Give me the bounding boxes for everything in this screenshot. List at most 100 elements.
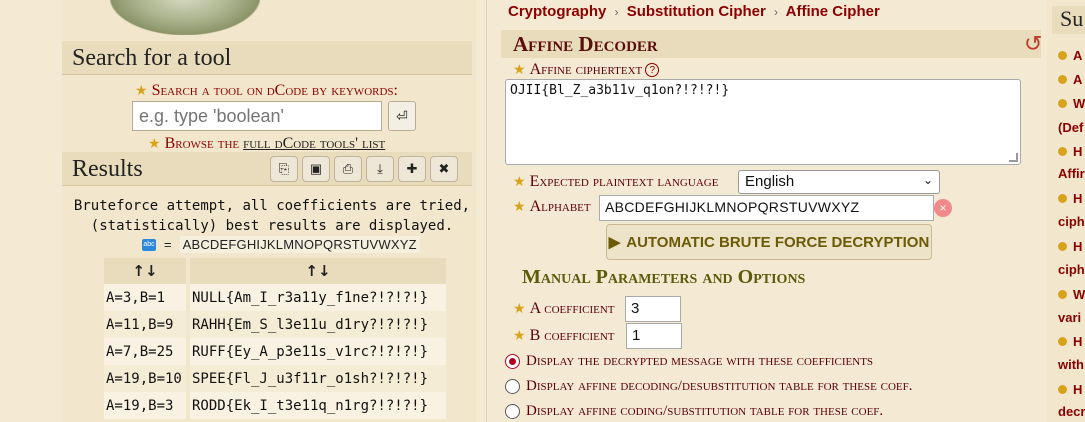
results-title: Results — [72, 156, 143, 182]
sort-coefficients-header[interactable]: ↑↓ — [104, 258, 186, 284]
b-coefficient-value: 1 — [632, 327, 641, 344]
summary-item[interactable]: H — [1058, 239, 1082, 254]
results-toolbar: ⎘ ▣ ⎙ ⤓ ✚ ✖ — [270, 156, 458, 182]
star-icon — [1058, 51, 1067, 60]
star-icon — [1058, 147, 1067, 156]
summary-item[interactable]: W — [1058, 287, 1085, 302]
summary-item[interactable]: A — [1058, 48, 1082, 63]
alphabet-icon: abc — [142, 238, 156, 251]
coefficients-cell: A=3,B=1 — [104, 284, 186, 311]
summary-item[interactable]: H — [1058, 334, 1082, 349]
decoder-header: Affine Decoder — [501, 30, 1041, 58]
print-icon: ⎙ — [342, 161, 354, 176]
language-label: ★ Expected plaintext language — [513, 173, 719, 190]
breadcrumb: Cryptography › Substitution Cipher › Aff… — [508, 3, 880, 20]
alphabet-input[interactable]: ABCDEFGHIJKLMNOPQRSTUVWXYZ — [599, 195, 934, 221]
save-button[interactable]: ▣ — [302, 156, 330, 182]
option-display-decrypted[interactable]: Display the decrypted message with these… — [505, 353, 873, 370]
option-decoding-table[interactable]: Display affine decoding/desubstitution t… — [505, 378, 912, 395]
summary-item-continuation: (Def — [1058, 120, 1084, 135]
refresh-icon[interactable]: ↺ — [1024, 30, 1042, 58]
star-icon — [1058, 99, 1067, 108]
alphabet-equals: = — [164, 237, 172, 252]
breadcrumb-affine-cipher[interactable]: Affine Cipher — [786, 3, 880, 20]
breadcrumb-separator-icon: › — [614, 5, 619, 19]
tool-search-label: ★ Search a tool on dCode by keywords: — [135, 82, 398, 99]
decoder-title: Affine Decoder — [513, 32, 658, 56]
language-selected-value: English — [745, 173, 795, 190]
language-select[interactable]: English ⌄ — [738, 170, 940, 194]
download-icon: ⤓ — [377, 161, 383, 176]
resize-grip-icon[interactable] — [1009, 153, 1018, 162]
help-icon[interactable]: ? — [645, 62, 660, 77]
a-coefficient-input[interactable]: 3 — [625, 296, 681, 322]
plaintext-cell: SPEE{Fl_J_u3f11r_o1sh?!?!?!} — [190, 365, 446, 392]
tool-search-input[interactable] — [132, 101, 382, 131]
print-button[interactable]: ⎙ — [334, 156, 362, 182]
enter-icon: ⏎ — [396, 107, 408, 124]
summary-item[interactable]: H — [1058, 144, 1082, 159]
star-icon: ★ — [513, 300, 526, 316]
search-section-title: Search for a tool — [72, 45, 232, 71]
clear-alphabet-icon[interactable]: × — [934, 199, 952, 217]
play-icon: ▶ — [608, 234, 621, 251]
pin-icon: ✚ — [406, 161, 418, 176]
star-icon — [1058, 75, 1067, 84]
browse-tools-line: ★ Browse the full dCode tools' list — [148, 135, 386, 152]
radio-selected-icon[interactable] — [505, 354, 520, 369]
table-row: A=11,B=9 RAHH{Em_S_l3e11u_d1ry?!?!?!} — [104, 311, 446, 338]
search-submit-button[interactable]: ⏎ — [388, 101, 416, 131]
radio-icon[interactable] — [505, 379, 520, 394]
brute-force-label: AUTOMATIC BRUTE FORCE DECRYPTION — [626, 233, 930, 251]
ciphertext-label: ★ Affine ciphertext? — [513, 61, 660, 79]
coefficients-cell: A=19,B=3 — [104, 392, 186, 419]
summary-item[interactable]: H — [1058, 382, 1082, 397]
a-coefficient-label: ★ A coefficient — [513, 300, 615, 317]
result-message: Bruteforce attempt, all coefficients are… — [73, 198, 471, 234]
download-button[interactable]: ⤓ — [366, 156, 394, 182]
ciphertext-textarea[interactable]: OJII{Bl_Z_a3b11v_q1on?!?!?!} — [505, 79, 1021, 165]
close-results-button[interactable]: ✖ — [430, 156, 458, 182]
copy-button[interactable]: ⎘ — [270, 156, 298, 182]
radio-icon[interactable] — [505, 404, 520, 419]
copy-icon: ⎘ — [278, 161, 290, 176]
coefficients-cell: A=7,B=25 — [104, 338, 186, 365]
star-icon: ★ — [513, 173, 526, 189]
coefficients-cell: A=19,B=10 — [104, 365, 186, 392]
summary-item-continuation: ciph — [1058, 262, 1085, 277]
breadcrumb-cryptography[interactable]: Cryptography — [508, 3, 606, 20]
star-icon: ★ — [148, 135, 161, 151]
star-icon — [1058, 337, 1067, 346]
star-icon — [1058, 242, 1067, 251]
save-icon: ▣ — [309, 161, 323, 176]
table-row: A=3,B=1 NULL{Am_I_r3a11y_f1ne?!?!?!} — [104, 284, 446, 311]
alphabet-value: ABCDEFGHIJKLMNOPQRSTUVWXYZ — [179, 236, 420, 253]
star-icon: ★ — [513, 327, 526, 343]
star-icon: ★ — [135, 82, 148, 98]
promo-image — [110, 0, 260, 35]
star-icon: ★ — [513, 61, 526, 77]
coefficients-cell: A=11,B=9 — [104, 311, 186, 338]
summary-item[interactable]: W — [1058, 96, 1085, 111]
plaintext-cell: NULL{Am_I_r3a11y_f1ne?!?!?!} — [190, 284, 446, 311]
summary-item-continuation: with — [1058, 357, 1084, 372]
option-coding-table[interactable]: Display affine coding/substitution table… — [505, 403, 883, 420]
alphabet-label: ★ Alphabet — [513, 198, 591, 215]
summary-item-continuation: vari — [1058, 310, 1082, 325]
search-section-header: Search for a tool — [62, 41, 472, 75]
breadcrumb-substitution-cipher[interactable]: Substitution Cipher — [627, 3, 766, 20]
breadcrumb-separator-icon: › — [774, 5, 779, 19]
brute-force-button[interactable]: ▶ AUTOMATIC BRUTE FORCE DECRYPTION — [606, 224, 932, 260]
b-coefficient-input[interactable]: 1 — [626, 323, 682, 349]
summary-title: Su — [1060, 6, 1084, 31]
manual-parameters-title: Manual Parameters and Options — [522, 266, 806, 288]
chevron-down-icon: ⌄ — [922, 173, 933, 187]
sort-plaintext-header[interactable]: ↑↓ — [190, 258, 446, 284]
pin-button[interactable]: ✚ — [398, 156, 426, 182]
column-divider — [486, 0, 487, 422]
summary-item[interactable]: A — [1058, 72, 1082, 87]
full-tools-list-link[interactable]: full dCode tools' list — [243, 135, 385, 152]
summary-item[interactable]: H — [1058, 191, 1082, 206]
results-table: ↑↓ ↑↓ A=3,B=1 NULL{Am_I_r3a11y_f1ne?!?!?… — [100, 258, 450, 419]
a-coefficient-value: 3 — [631, 300, 640, 317]
